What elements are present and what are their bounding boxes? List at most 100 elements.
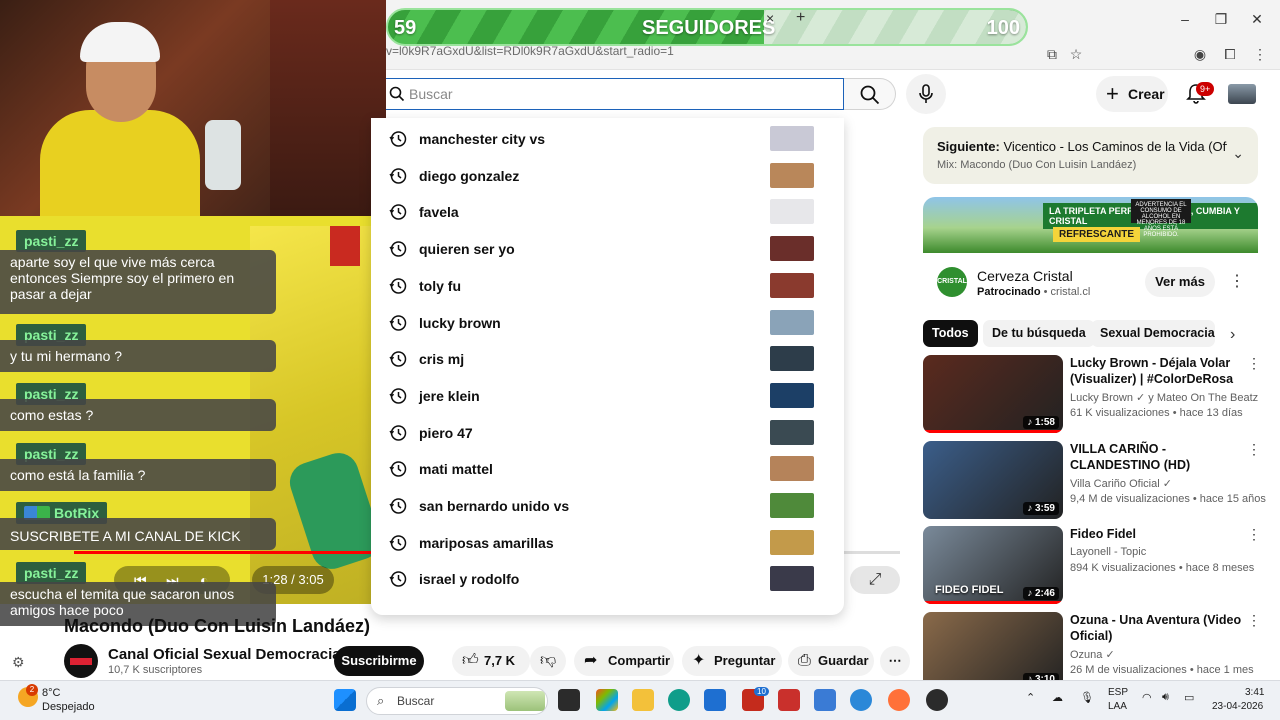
copilot-icon[interactable]	[596, 689, 618, 711]
channel-avatar[interactable]	[64, 644, 98, 678]
clock-date[interactable]: 23-04-2026	[1212, 701, 1263, 712]
settings-gear-icon[interactable]: ⚙	[12, 654, 25, 671]
suggestion-item[interactable]: manchester city vs	[371, 120, 844, 156]
firefox-icon[interactable]	[888, 689, 910, 711]
cloud-icon[interactable]: ☁	[1052, 691, 1063, 704]
suggestion-item[interactable]: diego gonzalez	[371, 157, 844, 193]
save-button[interactable]: ⎙ Guardar	[788, 646, 874, 676]
suggestion-item[interactable]: israel y rodolfo	[371, 560, 844, 596]
video-channel[interactable]: Villa Cariño Oficial ✓	[1070, 477, 1172, 490]
video-channel[interactable]: Ozuna ✓	[1070, 648, 1115, 661]
close-window-icon[interactable]: ✕	[1246, 8, 1268, 30]
more-options-icon[interactable]: ⋮	[1247, 612, 1261, 629]
webcam-microphone	[205, 120, 241, 190]
video-channel[interactable]: Layonell - Topic	[1070, 546, 1146, 558]
profile-icon[interactable]: ◉	[1190, 44, 1210, 64]
voice-search-button[interactable]	[906, 74, 946, 114]
video-title[interactable]: Fideo Fidel	[1070, 526, 1250, 542]
search-input[interactable]	[409, 83, 829, 105]
create-button[interactable]: + Crear	[1096, 76, 1168, 112]
menu-dots-icon[interactable]: ⋮	[1250, 44, 1270, 64]
related-video[interactable]: FIDEO FIDEL ♪ 2:46 Fideo Fidel Layonell - T…	[923, 526, 1263, 604]
microphone-tray-icon[interactable]: 🎙︎	[1080, 691, 1094, 704]
chevron-right-icon[interactable]: ›	[1230, 326, 1235, 344]
video-channel[interactable]: Lucky Brown ✓ y Mateo On The Beatz	[1070, 391, 1258, 404]
suggestion-item[interactable]: cris mj	[371, 340, 844, 376]
minimize-icon[interactable]: –	[1174, 8, 1196, 30]
keyboard-layout[interactable]: LAA	[1108, 701, 1127, 712]
video-title[interactable]: Ozuna - Una Aventura (Video Oficial)	[1070, 612, 1250, 644]
suggestion-item[interactable]: piero 47	[371, 414, 844, 450]
weather-condition: Despejado	[42, 701, 95, 713]
obs-icon[interactable]	[926, 689, 948, 711]
maximize-icon[interactable]: ❐	[1210, 8, 1232, 30]
more-actions-icon[interactable]: ⋯	[880, 646, 910, 676]
more-options-icon[interactable]: ⋮	[1247, 355, 1261, 372]
more-options-icon[interactable]: ⋮	[1247, 526, 1261, 543]
edge-icon[interactable]	[668, 689, 690, 711]
install-app-icon[interactable]: ⧉	[1042, 44, 1062, 64]
suggestion-item[interactable]: jere klein	[371, 377, 844, 413]
input-language[interactable]: ESP	[1108, 687, 1128, 698]
chip-all[interactable]: Todos	[923, 320, 978, 347]
new-tab-icon[interactable]: +	[796, 9, 805, 27]
safari-icon[interactable]	[850, 689, 872, 711]
address-bar[interactable]: v=l0k9R7aGxdU&list=RDl0k9R7aGxdU&start_r…	[386, 44, 1026, 64]
subscribe-button[interactable]: Suscribirme	[334, 646, 424, 676]
channel-name[interactable]: Canal Oficial Sexual Democracia✓	[108, 646, 356, 663]
start-icon[interactable]	[334, 689, 356, 711]
suggestion-item[interactable]: san bernardo unido vs	[371, 487, 844, 523]
suggestion-item[interactable]: quieren ser yo	[371, 230, 844, 266]
vpn-icon[interactable]	[814, 689, 836, 711]
more-options-icon[interactable]: ⋮	[1247, 441, 1261, 458]
share-button[interactable]: ➦ Compartir	[574, 646, 674, 676]
wifi-icon[interactable]: ◠	[1142, 691, 1152, 704]
video-thumbnail[interactable]: ♪ 3:10	[923, 612, 1063, 690]
suggestion-item[interactable]: toly fu	[371, 267, 844, 303]
search-box[interactable]	[384, 78, 844, 110]
suggestion-item[interactable]: mariposas amarillas	[371, 524, 844, 560]
extensions-icon[interactable]: ⧠	[1220, 44, 1240, 64]
chat-message: y tu mi hermano ?	[0, 340, 276, 372]
related-video[interactable]: ♪ 3:10Ozuna - Una Aventura (Video Oficia…	[923, 612, 1263, 690]
chevron-down-icon[interactable]: ⌄	[1232, 145, 1244, 162]
ask-button[interactable]: ✦ Preguntar	[682, 646, 782, 676]
account-avatar[interactable]	[1228, 84, 1256, 104]
tab-close-icon[interactable]: ×	[766, 10, 774, 26]
search-button[interactable]	[844, 78, 896, 110]
clock-time[interactable]: 3:41	[1245, 687, 1264, 698]
history-icon	[389, 388, 407, 404]
shield-icon[interactable]	[778, 689, 800, 711]
ad-more-icon[interactable]: ⋮	[1229, 271, 1245, 291]
file-explorer-icon[interactable]	[632, 689, 654, 711]
ad-cta-button[interactable]: Ver más	[1145, 267, 1215, 297]
dislike-button[interactable]: 👎︎	[530, 646, 566, 676]
chevron-up-icon[interactable]: ⌃	[1026, 691, 1035, 704]
video-title[interactable]: Lucky Brown - Déjala Volar (Visualizer) …	[1070, 355, 1250, 387]
video-thumbnail[interactable]: ♪ 1:58	[923, 355, 1063, 433]
video-thumbnail[interactable]: FIDEO FIDEL ♪ 2:46	[923, 526, 1063, 604]
webcam-overlay	[0, 0, 386, 216]
volume-tray-icon[interactable]: 🔊︎	[1162, 691, 1169, 704]
suggestion-item[interactable]: favela	[371, 193, 844, 229]
related-video[interactable]: ♪ 3:59 VILLA CARIÑO - CLANDESTINO (HD) Vil…	[923, 441, 1266, 519]
taskbar-search[interactable]: ⌕ Buscar	[366, 687, 548, 715]
video-thumbnail[interactable]: ♪ 3:59	[923, 441, 1063, 519]
suggestion-thumbnail	[770, 419, 814, 445]
related-video[interactable]: ♪ 1:58 Lucky Brown - Déjala Volar (Visual…	[923, 355, 1263, 433]
suggestion-item[interactable]: lucky brown	[371, 304, 844, 340]
video-title[interactable]: VILLA CARIÑO - CLANDESTINO (HD)	[1070, 441, 1250, 473]
fullscreen-icon[interactable]: ⤢	[850, 566, 900, 594]
streamer-cap	[80, 22, 160, 62]
chip-channel[interactable]: Sexual Democracia - T	[1091, 320, 1215, 347]
video-stats: 894 K visualizaciones • hace 8 meses	[1070, 562, 1255, 574]
next-up-card[interactable]: Siguiente: Vicentico - Los Caminos de la…	[923, 127, 1258, 184]
battery-icon[interactable]: ▭	[1184, 691, 1194, 704]
store-icon[interactable]	[704, 689, 726, 711]
chip-from-search[interactable]: De tu búsqueda	[983, 320, 1095, 347]
task-view-icon[interactable]	[558, 689, 580, 711]
suggestion-item[interactable]: mati mattel	[371, 450, 844, 486]
bookmark-star-icon[interactable]: ☆	[1066, 44, 1086, 64]
ad-banner-image[interactable]: LA TRIPLETA PERFECTA ASADO, CUMBIA Y CRI…	[923, 197, 1258, 253]
like-button[interactable]: 👍︎ 7,7 K	[452, 646, 530, 676]
